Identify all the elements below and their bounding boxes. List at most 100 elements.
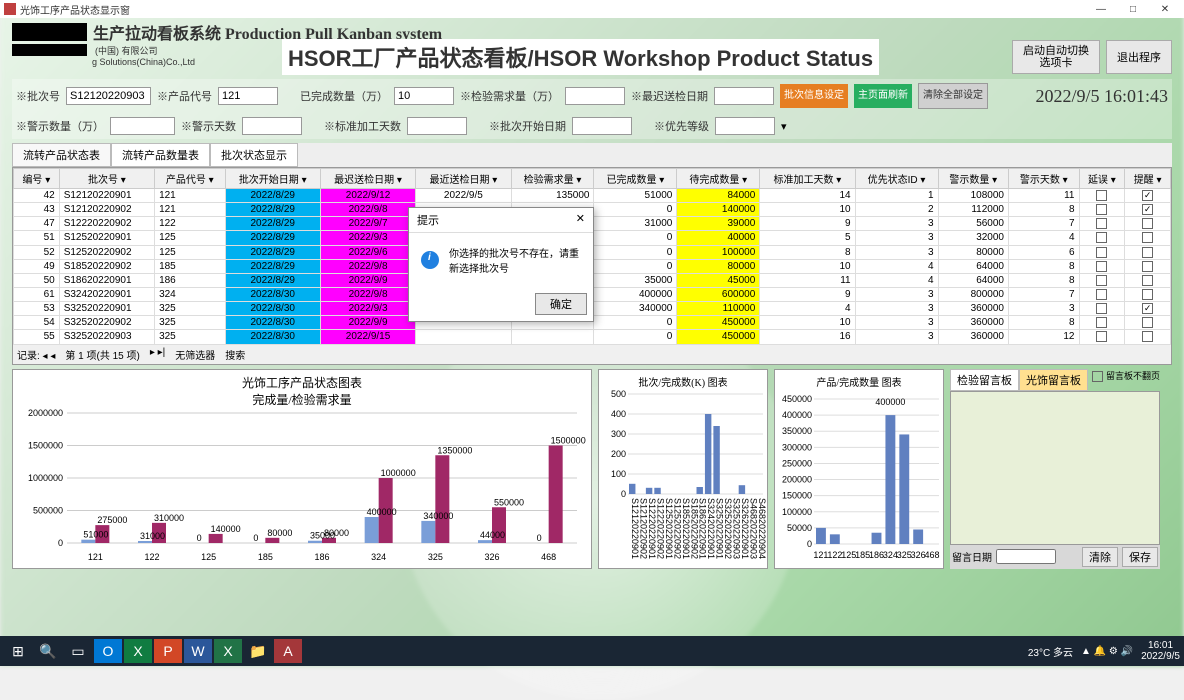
- weather[interactable]: 23°C 多云: [1028, 644, 1073, 659]
- msg-date-input[interactable]: [996, 549, 1056, 564]
- chart-batch: 批次/完成数(K) 图表 0100200300400500S1212022090…: [598, 369, 768, 569]
- excel2-icon[interactable]: X: [214, 639, 242, 663]
- svg-text:125: 125: [201, 552, 216, 562]
- svg-text:326: 326: [484, 552, 499, 562]
- close-button[interactable]: ✕: [1150, 4, 1180, 15]
- svg-text:1500000: 1500000: [551, 435, 586, 445]
- svg-text:1000000: 1000000: [381, 468, 416, 478]
- start-icon[interactable]: ⊞: [4, 639, 32, 663]
- tab-quantity[interactable]: 流转产品数量表: [111, 143, 210, 167]
- svg-text:44000: 44000: [480, 530, 505, 540]
- svg-text:325: 325: [897, 550, 912, 560]
- warn-day-label: ※警示天数: [181, 118, 236, 134]
- col-header[interactable]: 延误 ▾: [1079, 169, 1125, 189]
- late-input[interactable]: [714, 87, 774, 105]
- msg-area[interactable]: [950, 391, 1160, 545]
- col-header[interactable]: 产品代号 ▾: [155, 169, 226, 189]
- tab-batch-status[interactable]: 批次状态显示: [210, 143, 298, 167]
- col-header[interactable]: 待完成数量 ▾: [677, 169, 760, 189]
- start-input[interactable]: [572, 117, 632, 135]
- col-header[interactable]: 警示数量 ▾: [938, 169, 1009, 189]
- batch-setting-button[interactable]: 批次信息设定: [780, 84, 848, 108]
- svg-text:326: 326: [911, 550, 926, 560]
- prod-input[interactable]: [218, 87, 278, 105]
- svg-text:80000: 80000: [267, 527, 292, 537]
- table-row[interactable]: 55S325202209033252022/8/302022/9/1504500…: [14, 330, 1171, 344]
- ppt-icon[interactable]: P: [154, 639, 182, 663]
- msg-tab-1[interactable]: 检验留言板: [950, 369, 1019, 391]
- svg-text:400000: 400000: [782, 410, 812, 420]
- svg-text:185: 185: [855, 550, 870, 560]
- col-header[interactable]: 最迟送检日期 ▾: [320, 169, 415, 189]
- msg-save-button[interactable]: 保存: [1122, 547, 1158, 567]
- prio-input[interactable]: [715, 117, 775, 135]
- chart2-title: 批次/完成数(K) 图表: [603, 374, 763, 389]
- dialog-close-icon[interactable]: ✕: [576, 212, 585, 228]
- clear-all-button[interactable]: 清除全部设定: [918, 83, 988, 109]
- svg-text:140000: 140000: [211, 523, 241, 533]
- col-header[interactable]: 优先状态ID ▾: [855, 169, 938, 189]
- search-icon[interactable]: 🔍: [34, 639, 62, 663]
- excel-icon[interactable]: X: [124, 639, 152, 663]
- auto-switch-button[interactable]: 启动自动切换 选项卡: [1012, 40, 1100, 74]
- tab-status[interactable]: 流转产品状态表: [12, 143, 111, 167]
- msg-checkbox[interactable]: [1092, 371, 1103, 382]
- maximize-button[interactable]: □: [1118, 4, 1148, 15]
- outlook-icon[interactable]: O: [94, 639, 122, 663]
- task-icon[interactable]: ▭: [64, 639, 92, 663]
- dialog-ok-button[interactable]: 确定: [535, 293, 587, 315]
- refresh-button[interactable]: 主页面刷新: [854, 84, 912, 108]
- word-icon[interactable]: W: [184, 639, 212, 663]
- nav-next[interactable]: ▸ ▸|: [150, 347, 165, 362]
- warn-day-input[interactable]: [242, 117, 302, 135]
- svg-text:250000: 250000: [782, 458, 812, 468]
- col-header[interactable]: 批次号 ▾: [59, 169, 154, 189]
- table-row[interactable]: 42S121202209011212022/8/292022/9/122022/…: [14, 189, 1171, 203]
- svg-text:1000000: 1000000: [28, 473, 63, 483]
- col-header[interactable]: 标准加工天数 ▾: [760, 169, 855, 189]
- tray-icons[interactable]: ▲ 🔔 ⚙ 🔊: [1081, 646, 1133, 657]
- svg-text:0: 0: [197, 533, 202, 543]
- svg-text:100000: 100000: [782, 506, 812, 516]
- chart-main: 光饰工序产品状态图表 完成量/检验需求量 0 500000 1000000 15000…: [12, 369, 592, 569]
- insp-input[interactable]: [565, 87, 625, 105]
- done-input[interactable]: [394, 87, 454, 105]
- dialog-msg: 你选择的批次号不存在，请重新选择批次号: [449, 245, 581, 275]
- warn-qty-label: ※警示数量（万）: [16, 118, 104, 134]
- msg-clear-button[interactable]: 清除: [1082, 547, 1118, 567]
- svg-text:340000: 340000: [423, 510, 453, 520]
- taskbar[interactable]: ⊞ 🔍 ▭ O X P W X 📁 A 23°C 多云 ▲ 🔔 ⚙ 🔊 16:0…: [0, 636, 1184, 666]
- col-header[interactable]: 警示天数 ▾: [1009, 169, 1080, 189]
- msg-tab-2[interactable]: 光饰留言板: [1019, 369, 1088, 391]
- col-header[interactable]: 最近送检日期 ▾: [416, 169, 511, 189]
- col-header[interactable]: 检验需求量 ▾: [511, 169, 594, 189]
- exit-button[interactable]: 退出程序: [1106, 40, 1172, 74]
- std-label: ※标准加工天数: [324, 118, 401, 134]
- chart-title: 光饰工序产品状态图表: [17, 374, 587, 391]
- chart-subtitle: 完成量/检验需求量: [17, 391, 587, 408]
- chart3-title: 产品/完成数量 图表: [779, 374, 939, 389]
- folder-icon[interactable]: 📁: [244, 639, 272, 663]
- prod-label: ※产品代号: [157, 88, 212, 104]
- batch-input[interactable]: [66, 87, 151, 105]
- clock-date: 2022/9/5: [1141, 651, 1180, 662]
- titlebar: 光饰工序产品状态显示窗 — □ ✕: [0, 0, 1184, 18]
- svg-text:200: 200: [611, 449, 626, 459]
- svg-text:186: 186: [869, 550, 884, 560]
- svg-text:500000: 500000: [33, 505, 63, 515]
- col-header[interactable]: 提醒 ▾: [1125, 169, 1171, 189]
- warn-qty-input[interactable]: [110, 117, 175, 135]
- col-header[interactable]: 编号 ▾: [14, 169, 60, 189]
- svg-text:400: 400: [611, 409, 626, 419]
- std-input[interactable]: [407, 117, 467, 135]
- clock-time[interactable]: 16:01: [1141, 640, 1180, 651]
- svg-text:0: 0: [537, 533, 542, 543]
- svg-text:550000: 550000: [494, 497, 524, 507]
- col-header[interactable]: 批次开始日期 ▾: [225, 169, 320, 189]
- info-icon: [421, 251, 439, 269]
- col-header[interactable]: 已完成数量 ▾: [594, 169, 677, 189]
- dropdown-icon[interactable]: ▾: [781, 120, 787, 133]
- access-icon[interactable]: A: [274, 639, 302, 663]
- svg-text:350000: 350000: [782, 426, 812, 436]
- minimize-button[interactable]: —: [1086, 4, 1116, 15]
